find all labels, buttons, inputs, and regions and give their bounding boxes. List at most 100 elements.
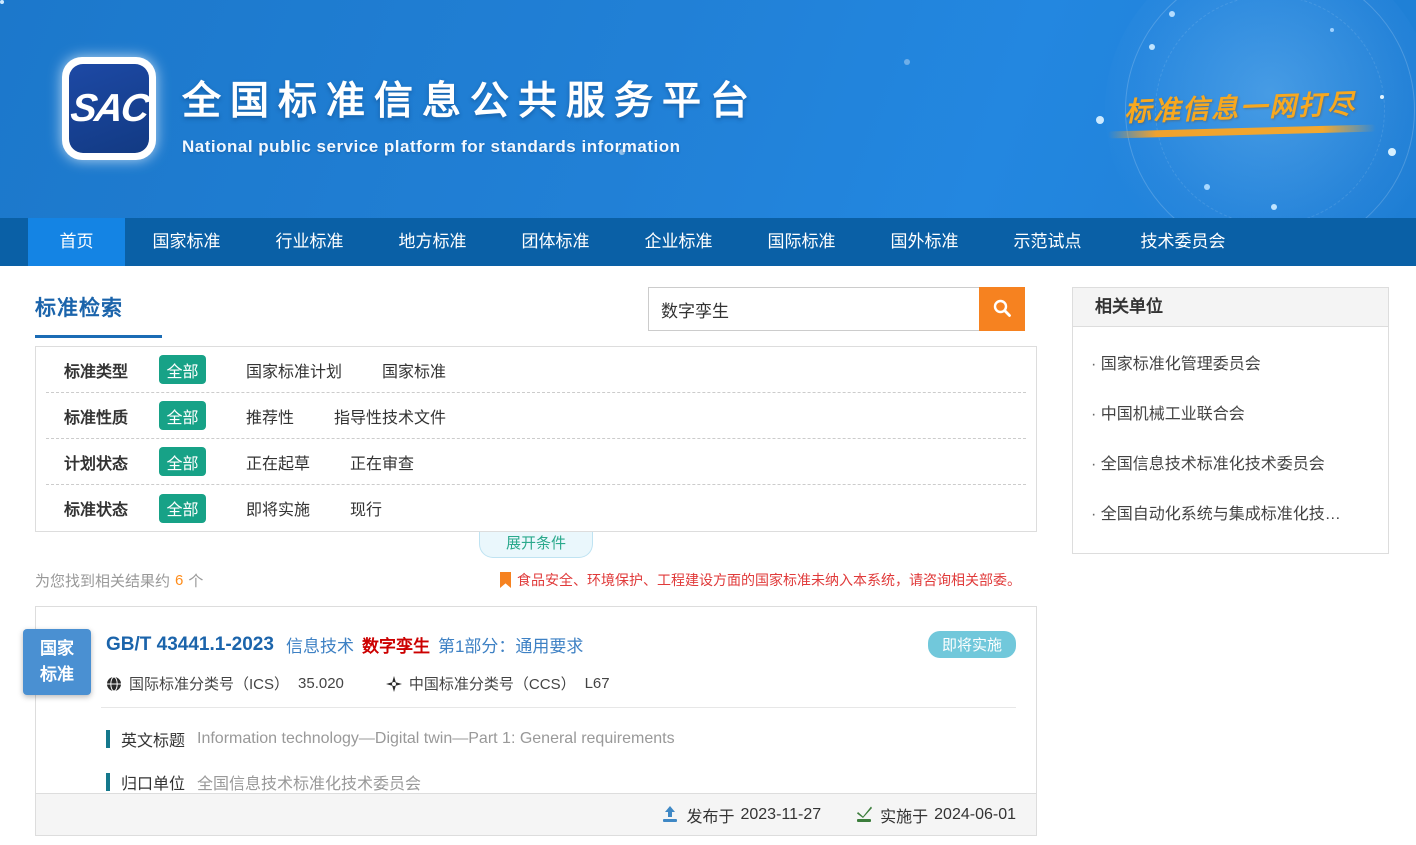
nav-item[interactable]: 国外标准 [863,218,986,266]
filter-all-button[interactable]: 全部 [159,447,206,476]
ics-value: 35.020 [298,675,344,692]
nav-item[interactable]: 示范试点 [986,218,1109,266]
type-badge-line2: 标准 [23,662,91,688]
card-body: GB/T 43441.1-2023 信息技术 数字孪生 第1部分：通用要求 即将… [36,607,1036,794]
results-count-prefix: 为您找到相关结果约 [35,570,170,591]
results-notice-text: 食品安全、环境保护、工程建设方面的国家标准未纳入本系统，请咨询相关部委。 [517,570,1021,590]
filter-option[interactable]: 推荐性 [246,404,294,428]
implement-date-group: 实施于 2024-06-01 [855,803,1016,827]
field-label: 归口单位 [121,770,185,794]
main-column: 标准检索 标准类型全部国家标准计划国家标准标准性质全部推荐性指导性技术文件计划状… [35,266,1037,836]
implement-check-icon [855,806,873,823]
nav-item[interactable]: 技术委员会 [1109,218,1257,266]
standard-type-badge: 国家 标准 [23,629,91,695]
nav-item[interactable]: 企业标准 [617,218,740,266]
filter-all-button[interactable]: 全部 [159,401,206,430]
nav-item[interactable]: 团体标准 [494,218,617,266]
filter-option[interactable]: 国家标准 [382,358,446,382]
field-marker-bar [106,730,110,748]
expand-conditions-button[interactable]: 展开条件 [479,532,593,558]
filter-all-button[interactable]: 全部 [159,494,206,523]
type-badge-line1: 国家 [23,636,91,662]
sac-logo[interactable]: SAC [62,57,156,160]
card-fields: 英文标题 Information technology—Digital twin—… [106,727,1016,794]
result-card: 国家 标准 GB/T 43441.1-2023 信息技术 数字孪生 第1部分：通… [35,606,1037,836]
results-info: 为您找到相关结果约 6 个 食品安全、环境保护、工程建设方面的国家标准未纳入本系… [35,568,1037,592]
card-field-row: 英文标题 Information technology—Digital twin—… [106,727,1016,751]
card-field-row: 归口单位全国信息技术标准化技术委员会 [106,770,1016,794]
related-unit-link[interactable]: 全国信息技术标准化技术委员会 [1091,437,1370,487]
standard-title-highlight[interactable]: 数字孪生 [362,632,430,657]
publish-date-group: 发布于 2023-11-27 [661,803,821,827]
site-title-en: National public service platform for sta… [182,137,758,157]
filter-option[interactable]: 现行 [350,496,382,520]
nav-item[interactable]: 行业标准 [248,218,371,266]
nav-item[interactable]: 首页 [28,218,125,266]
filter-label: 标准类型 [64,358,159,382]
publish-date: 2023-11-27 [740,806,821,824]
standard-code-link[interactable]: GB/T 43441.1-2023 [106,634,274,656]
card-footer: 发布于 2023-11-27 实施于 2024-06-01 [36,793,1036,835]
related-unit-link[interactable]: 中国机械工业联合会 [1091,387,1370,437]
related-unit-link[interactable]: 全国自动化系统与集成标准化技… [1091,487,1370,537]
field-value: Information technology—Digital twin—Part… [197,730,675,748]
expand-wrap: 展开条件 [35,532,1037,558]
search-input[interactable] [648,287,979,331]
publish-upload-icon [661,806,679,823]
ics-label: 国际标准分类号（ICS） [129,673,289,694]
search-icon [992,298,1012,321]
site-titles: 全国标准信息公共服务平台 National public service pla… [182,70,758,157]
ccs-value: L67 [585,675,610,692]
filter-row: 标准状态全部 即将实施 现行 [46,485,1026,531]
filter-option[interactable]: 指导性技术文件 [334,404,446,428]
sidebar: 相关单位 国家标准化管理委员会中国机械工业联合会全国信息技术标准化技术委员会全国… [1072,287,1389,836]
card-meta-row: 国际标准分类号（ICS） 35.020 中国标准分类号（CCS） L67 [106,673,1016,694]
card-divider [101,707,1016,708]
standard-title-part1[interactable]: 信息技术 [286,632,354,657]
filter-option[interactable]: 正在审查 [350,450,414,474]
site-title-cn: 全国标准信息公共服务平台 [182,70,758,126]
related-unit-link[interactable]: 国家标准化管理委员会 [1091,337,1370,387]
filter-label: 计划状态 [64,450,159,474]
filter-row: 标准类型全部 国家标准计划 国家标准 [46,347,1026,393]
filter-row: 标准性质全部 推荐性 指导性技术文件 [46,393,1026,439]
implement-label: 实施于 [880,803,928,827]
search-group [648,287,1025,331]
filter-all-button[interactable]: 全部 [159,355,206,384]
search-button[interactable] [979,287,1025,331]
filter-option[interactable]: 国家标准计划 [246,358,342,382]
filter-box: 标准类型全部国家标准计划国家标准标准性质全部推荐性指导性技术文件计划状态全部正在… [35,346,1037,532]
ccs-label: 中国标准分类号（CCS） [409,673,576,694]
sparkle-dots-decoration [0,0,4,4]
sac-logo-text: SAC [68,87,151,131]
field-label: 英文标题 [121,727,185,751]
field-marker-bar [106,773,110,791]
results-count: 6 [175,572,183,589]
page-header: SAC 全国标准信息公共服务平台 National public service… [0,0,1416,218]
related-units-panel: 相关单位 国家标准化管理委员会中国机械工业联合会全国信息技术标准化技术委员会全国… [1072,287,1389,554]
results-count-suffix: 个 [188,570,203,591]
card-title-row: GB/T 43441.1-2023 信息技术 数字孪生 第1部分：通用要求 即将… [106,607,1016,658]
nav-item[interactable]: 国家标准 [125,218,248,266]
main-nav: 首页国家标准行业标准地方标准团体标准企业标准国际标准国外标准示范试点技术委员会 [0,218,1416,266]
status-badge: 即将实施 [928,631,1016,658]
field-value: 全国信息技术标准化技术委员会 [197,770,421,794]
compass-icon [386,676,402,692]
filter-label: 标准状态 [64,496,159,520]
related-units-list: 国家标准化管理委员会中国机械工业联合会全国信息技术标准化技术委员会全国自动化系统… [1073,327,1388,553]
search-section: 标准检索 [35,266,1037,346]
section-title: 标准检索 [35,266,123,322]
nav-item[interactable]: 国际标准 [740,218,863,266]
publish-label: 发布于 [686,803,734,827]
nav-item[interactable]: 地方标准 [371,218,494,266]
implement-date: 2024-06-01 [934,806,1016,824]
filter-option[interactable]: 即将实施 [246,496,310,520]
standard-title-part2[interactable]: 第1部分：通用要求 [438,632,583,657]
filter-row: 计划状态全部 正在起草 正在审查 [46,439,1026,485]
content: 标准检索 标准类型全部国家标准计划国家标准标准性质全部推荐性指导性技术文件计划状… [0,266,1416,836]
results-notice: 食品安全、环境保护、工程建设方面的国家标准未纳入本系统，请咨询相关部委。 [499,570,1021,590]
sac-logo-inner: SAC [69,64,149,153]
bookmark-icon [499,572,512,589]
filter-option[interactable]: 正在起草 [246,450,310,474]
filter-label: 标准性质 [64,404,159,428]
